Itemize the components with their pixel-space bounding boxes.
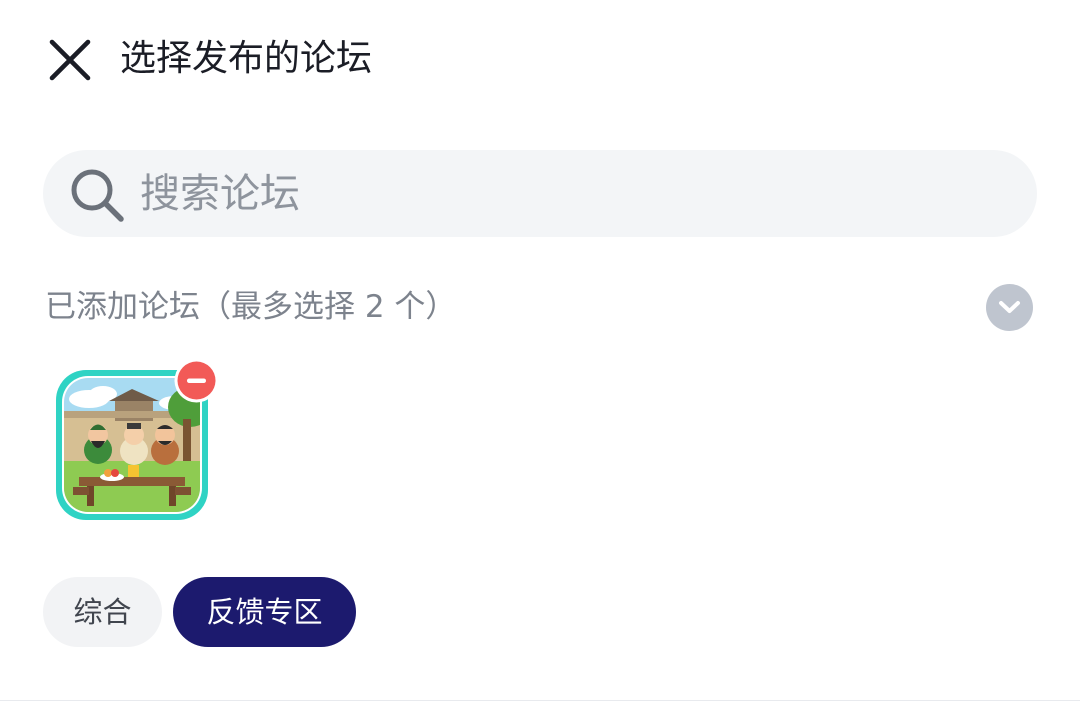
collapse-toggle-button[interactable]: [986, 284, 1033, 331]
search-icon: [71, 169, 124, 222]
tab-general[interactable]: 综合: [43, 577, 162, 647]
tab-feedback[interactable]: 反馈专区: [173, 577, 356, 647]
page-title: 选择发布的论坛: [120, 38, 373, 79]
added-forums-label: 已添加论坛（最多选择 2 个）: [45, 289, 457, 325]
minus-circle-icon[interactable]: [174, 358, 219, 403]
chevron-down-icon: [999, 301, 1020, 313]
header-bar: 选择发布的论坛: [0, 0, 1080, 120]
close-icon[interactable]: [46, 36, 94, 84]
search-input[interactable]: [140, 166, 1000, 222]
divider: [0, 700, 1080, 701]
